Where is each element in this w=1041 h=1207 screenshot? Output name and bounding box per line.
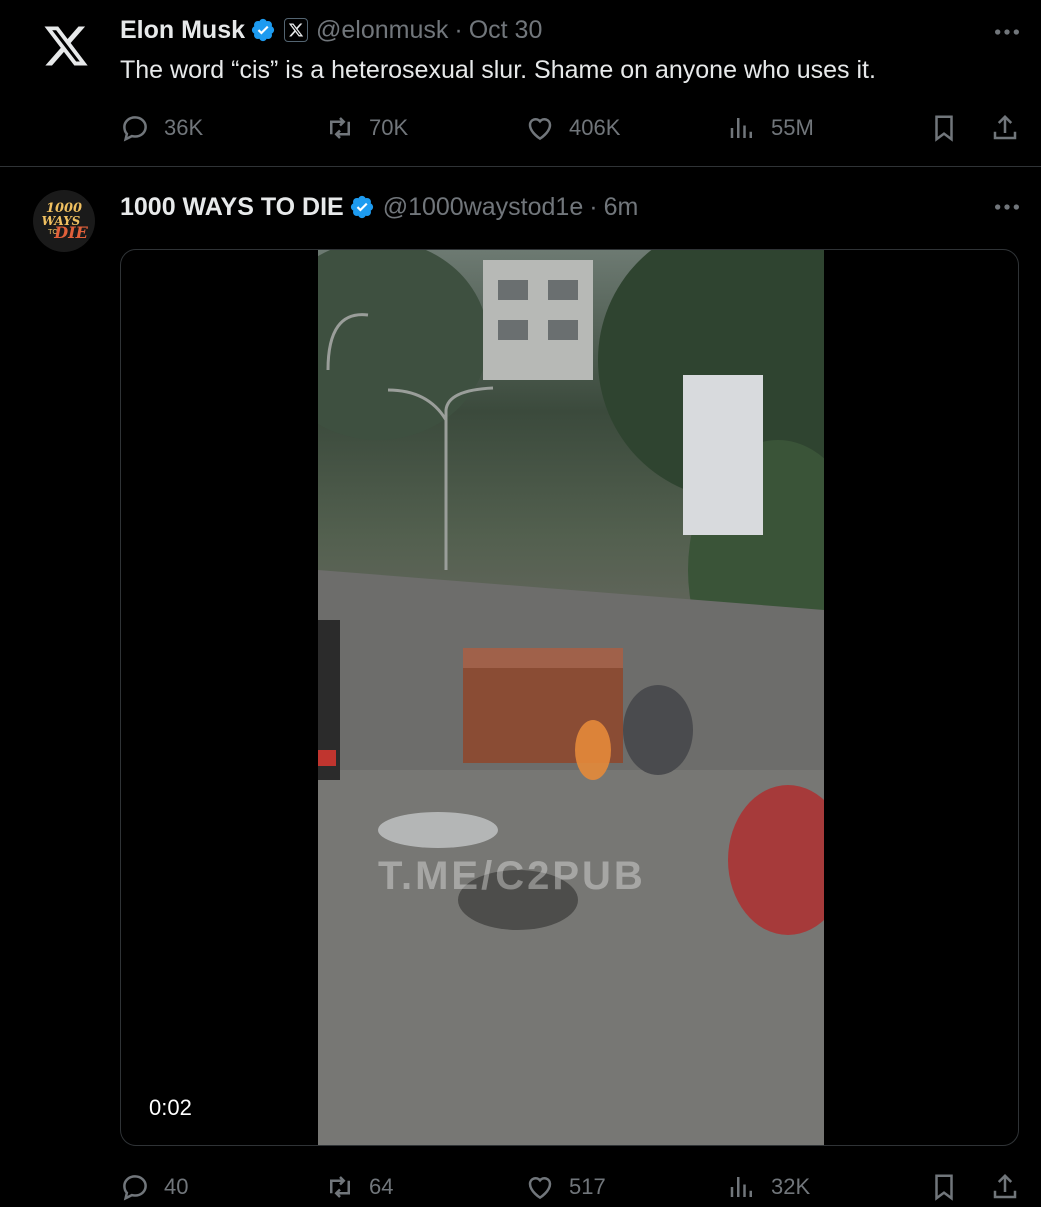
like-button[interactable]: 517: [525, 1167, 606, 1207]
separator-dot: ·: [454, 15, 463, 44]
1000-ways-to-die-logo: 1000 WAYS TO DIE: [33, 190, 95, 252]
repost-count: 70K: [369, 115, 409, 140]
like-count: 406K: [569, 115, 621, 140]
tweet[interactable]: 1000 WAYS TO DIE 1000 WAYS TO DIE @1000w…: [0, 167, 1041, 1201]
svg-text:DIE: DIE: [53, 223, 88, 242]
video-frame[interactable]: T.ME/C2PUB: [318, 250, 824, 1145]
like-count: 517: [569, 1174, 606, 1199]
verified-badge-icon[interactable]: [250, 17, 276, 43]
action-bar: 40 64 517 32K: [0, 1167, 1041, 1207]
repost-button[interactable]: 70K: [325, 108, 408, 148]
repost-icon: [330, 1176, 350, 1198]
more-options-icon[interactable]: [991, 191, 1023, 223]
views-count: 32K: [771, 1174, 811, 1199]
tweet-header: 1000 WAYS TO DIE @1000waystod1e · 6m: [120, 191, 638, 223]
views-count: 55M: [771, 115, 814, 140]
repost-count: 64: [369, 1174, 394, 1199]
video-watermark: T.ME/C2PUB: [378, 854, 646, 898]
like-button[interactable]: 406K: [525, 108, 620, 148]
video-still-image: [318, 250, 824, 1145]
views-button[interactable]: 55M: [727, 108, 814, 148]
more-options-icon[interactable]: [991, 16, 1023, 48]
reply-count: 40: [164, 1174, 189, 1199]
x-affiliate-badge-icon[interactable]: [284, 18, 309, 42]
video-duration: 0:02: [139, 1090, 202, 1126]
author-handle[interactable]: @elonmusk: [316, 16, 448, 45]
heart-icon: [528, 1177, 552, 1200]
avatar[interactable]: 1000 WAYS TO DIE: [33, 190, 95, 252]
x-logo-icon[interactable]: [42, 22, 90, 70]
reply-button[interactable]: 36K: [120, 108, 203, 148]
verified-badge-icon[interactable]: [349, 194, 375, 220]
share-icon[interactable]: [990, 113, 1020, 143]
reply-icon: [123, 1175, 147, 1201]
tweet-text: The word “cis” is a heterosexual slur. S…: [120, 56, 876, 84]
video-player[interactable]: T.ME/C2PUB 0:02: [120, 249, 1019, 1146]
author-name[interactable]: 1000 WAYS TO DIE: [120, 193, 344, 222]
reply-count: 36K: [164, 115, 204, 140]
views-chart-icon: [730, 1177, 752, 1197]
timestamp[interactable]: 6m: [604, 193, 639, 222]
tweet[interactable]: Elon Musk @elonmusk · Oct 30 The word “c…: [0, 0, 1041, 167]
action-bar: 36K 70K 406K 55M: [0, 108, 1041, 148]
reply-button[interactable]: 40: [120, 1167, 188, 1207]
bookmark-icon[interactable]: [929, 113, 959, 143]
separator-dot: ·: [589, 192, 598, 221]
repost-icon: [330, 117, 350, 139]
author-name[interactable]: Elon Musk: [120, 16, 245, 45]
share-icon[interactable]: [990, 1172, 1020, 1202]
bookmark-icon[interactable]: [929, 1172, 959, 1202]
heart-icon: [528, 118, 552, 141]
reply-icon: [123, 116, 147, 142]
tweet-header: Elon Musk @elonmusk · Oct 30: [120, 14, 542, 46]
views-chart-icon: [730, 118, 752, 138]
author-handle[interactable]: @1000waystod1e: [383, 193, 584, 222]
views-button[interactable]: 32K: [727, 1167, 810, 1207]
timestamp[interactable]: Oct 30: [469, 16, 543, 45]
repost-button[interactable]: 64: [325, 1167, 393, 1207]
